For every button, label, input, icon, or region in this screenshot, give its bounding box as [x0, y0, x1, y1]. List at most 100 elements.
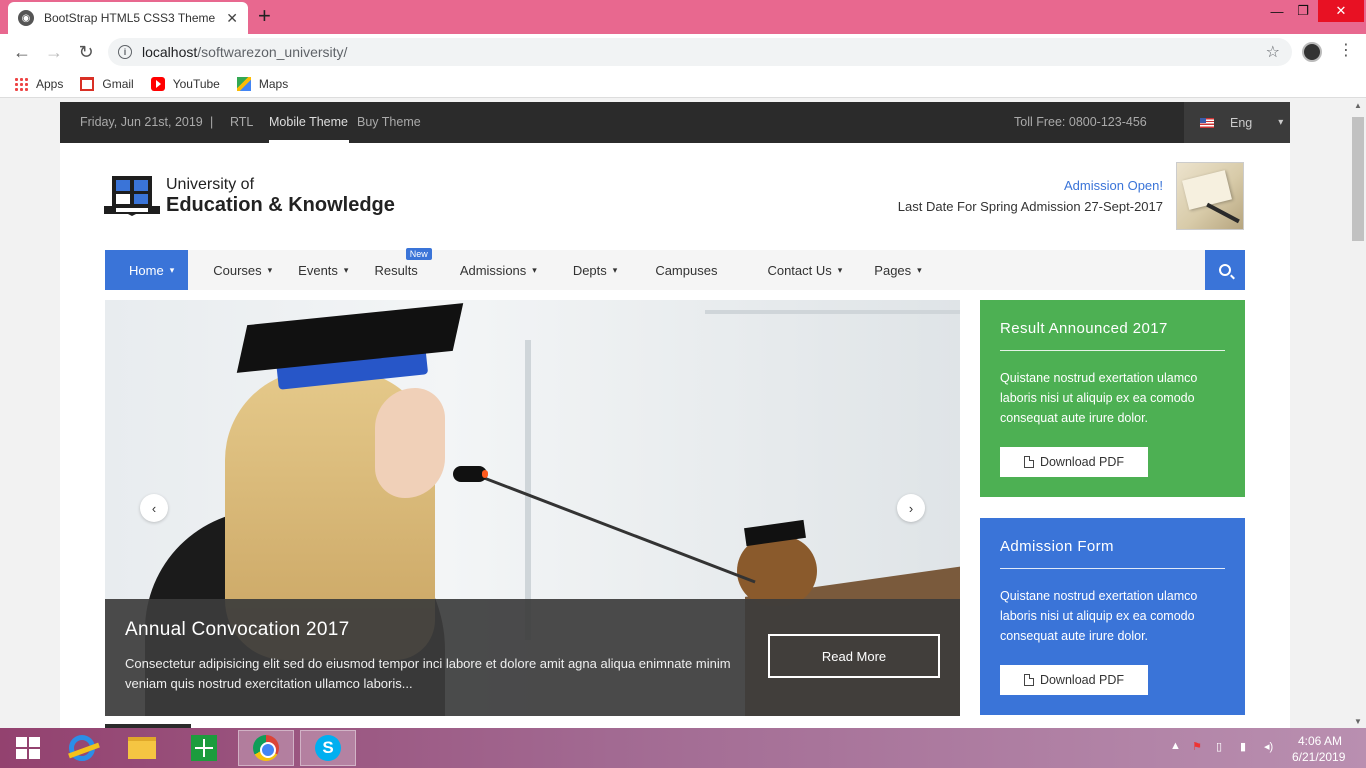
show-hidden-icons[interactable]: ▲ [1170, 740, 1181, 752]
card-text: Quistane nostrud exertation ulamco labor… [1000, 371, 1198, 425]
bookmark-gmail[interactable]: Gmail [80, 76, 134, 91]
slide-description: Consectetur adipisicing elit sed do eius… [125, 656, 731, 691]
bookmark-label: Maps [258, 76, 289, 91]
nav-results[interactable]: Results New [362, 248, 432, 290]
result-card: Result Announced 2017 Quistane nostrud e… [980, 300, 1245, 497]
nav-depts[interactable]: Depts ▾ [561, 250, 630, 290]
nav-contact-us[interactable]: Contact Us ▾ [755, 250, 854, 290]
mobile-theme-link[interactable]: Mobile Theme [269, 115, 348, 129]
nav-events[interactable]: Events ▾ [286, 250, 360, 290]
volume-icon[interactable]: ◂) [1264, 740, 1273, 753]
nav-label: Admissions [459, 262, 527, 278]
top-info-bar: Friday, Jun 21st, 2019 | RTL Mobile Them… [60, 102, 1290, 143]
nav-pages[interactable]: Pages ▾ [862, 250, 933, 290]
page-scrollbar[interactable]: ▲ ▼ [1350, 99, 1366, 728]
back-button[interactable]: ← [10, 40, 34, 64]
slide-caption: Annual Convocation 2017 Consectetur adip… [105, 599, 960, 716]
button-label: Download PDF [1039, 455, 1125, 469]
chevron-down-icon: ▾ [1278, 117, 1284, 128]
bookmark-maps[interactable]: Maps [236, 76, 289, 91]
admission-deadline: Last Date For Spring Admission 27-Sept-2… [897, 199, 1163, 214]
scroll-down-icon[interactable]: ▼ [1354, 717, 1362, 726]
profile-avatar[interactable] [1302, 42, 1322, 62]
chevron-down-icon: ▾ [917, 264, 922, 275]
file-pdf-icon [1023, 456, 1034, 468]
url-host: localhost [142, 44, 198, 60]
card-title: Result Announced 2017 [1000, 320, 1168, 337]
nav-campuses[interactable]: Campuses [643, 250, 729, 290]
store-icon [191, 735, 217, 761]
nav-label: Courses [213, 262, 262, 278]
chrome-icon [253, 735, 279, 761]
start-button[interactable] [0, 730, 56, 766]
battery-icon[interactable]: ▯ [1216, 740, 1222, 753]
taskbar-skype[interactable]: S [300, 730, 356, 766]
topbar-separator: | [210, 115, 214, 129]
nav-home[interactable]: Home ▾ [105, 250, 189, 290]
admission-open-link[interactable]: Admission Open! [1064, 178, 1163, 193]
chevron-down-icon: ▾ [169, 264, 175, 275]
nav-label: Pages [874, 262, 912, 278]
chevron-down-icon: ▾ [837, 264, 843, 275]
windows-logo-icon [16, 737, 40, 759]
taskbar-store[interactable] [176, 730, 232, 766]
download-pdf-button[interactable]: Download PDF [1000, 447, 1148, 477]
new-tab-button[interactable]: + [258, 5, 271, 27]
scroll-up-icon[interactable]: ▲ [1354, 101, 1362, 110]
skype-icon: S [315, 735, 341, 761]
apps-icon [14, 76, 28, 91]
chevron-down-icon: ▾ [532, 264, 537, 275]
bookmark-label: Gmail [102, 76, 134, 91]
carousel-prev-button[interactable]: ‹ [140, 494, 168, 522]
microphone-stand [474, 473, 756, 584]
slide-title: Annual Convocation 2017 [125, 619, 350, 640]
bookmark-star-icon[interactable]: ☆ [1266, 42, 1280, 62]
taskbar-file-explorer[interactable] [114, 730, 170, 766]
bookmark-youtube[interactable]: YouTube [150, 76, 220, 91]
close-tab-icon[interactable]: ✕ [226, 10, 238, 27]
nav-admissions[interactable]: Admissions ▾ [448, 250, 549, 290]
nav-label: Events [298, 262, 338, 278]
search-button[interactable] [1205, 250, 1245, 290]
address-bar[interactable]: i localhost/softwarezon_university/ ☆ [108, 38, 1292, 66]
carousel-next-button[interactable]: › [897, 494, 925, 522]
university-name-line2: Education & Knowledge [166, 194, 395, 216]
nav-label: Depts [572, 262, 607, 278]
microphone-light [482, 470, 488, 478]
buy-theme-link[interactable]: Buy Theme [357, 115, 421, 129]
clock-date[interactable]: 6/21/2019 [1292, 750, 1345, 764]
taskbar-internet-explorer[interactable] [54, 730, 110, 766]
admission-thumbnail-image[interactable] [1176, 162, 1244, 230]
folder-icon [128, 737, 156, 759]
university-logo[interactable] [104, 172, 160, 222]
bookmark-label: Apps [36, 76, 64, 91]
browser-menu-icon[interactable]: ⋮ [1338, 40, 1354, 60]
main-navigation: Home ▾ Courses ▾ Events ▾ Results New Admiss… [105, 248, 1245, 290]
scrollbar-thumb[interactable] [1352, 117, 1364, 241]
mascot-figure [737, 536, 817, 606]
browser-tab[interactable]: ◉ BootStrap HTML5 CSS3 Theme ✕ [8, 2, 248, 34]
bookmark-apps[interactable]: Apps [14, 76, 64, 91]
info-icon[interactable]: i [118, 45, 132, 59]
network-icon[interactable]: ▮ [1240, 740, 1246, 753]
forward-button[interactable]: → [42, 40, 66, 64]
minimize-button[interactable]: — [1266, 0, 1288, 22]
close-window-button[interactable]: ✕ [1318, 0, 1364, 22]
action-center-flag-icon[interactable]: ⚑ [1192, 740, 1202, 753]
clock-time[interactable]: 4:06 AM [1298, 734, 1342, 748]
nav-courses[interactable]: Courses ▾ [201, 250, 284, 290]
rtl-link[interactable]: RTL [230, 115, 253, 129]
card-divider [1000, 350, 1225, 351]
internet-explorer-icon [69, 735, 95, 761]
current-date: Friday, Jun 21st, 2019 [80, 115, 203, 129]
read-more-button[interactable]: Read More [768, 634, 940, 678]
download-pdf-button[interactable]: Download PDF [1000, 665, 1148, 695]
taskbar-chrome[interactable] [238, 730, 294, 766]
nav-label: Contact Us [767, 262, 832, 278]
maximize-button[interactable]: ❐ [1292, 0, 1314, 22]
nav-label: Results [374, 262, 418, 278]
reload-button[interactable]: ↻ [74, 40, 98, 64]
language-selector[interactable]: Eng ▾ [1184, 102, 1290, 143]
bookmarks-bar: Apps Gmail YouTube Maps [0, 70, 1366, 98]
background-wall-line [525, 340, 531, 640]
